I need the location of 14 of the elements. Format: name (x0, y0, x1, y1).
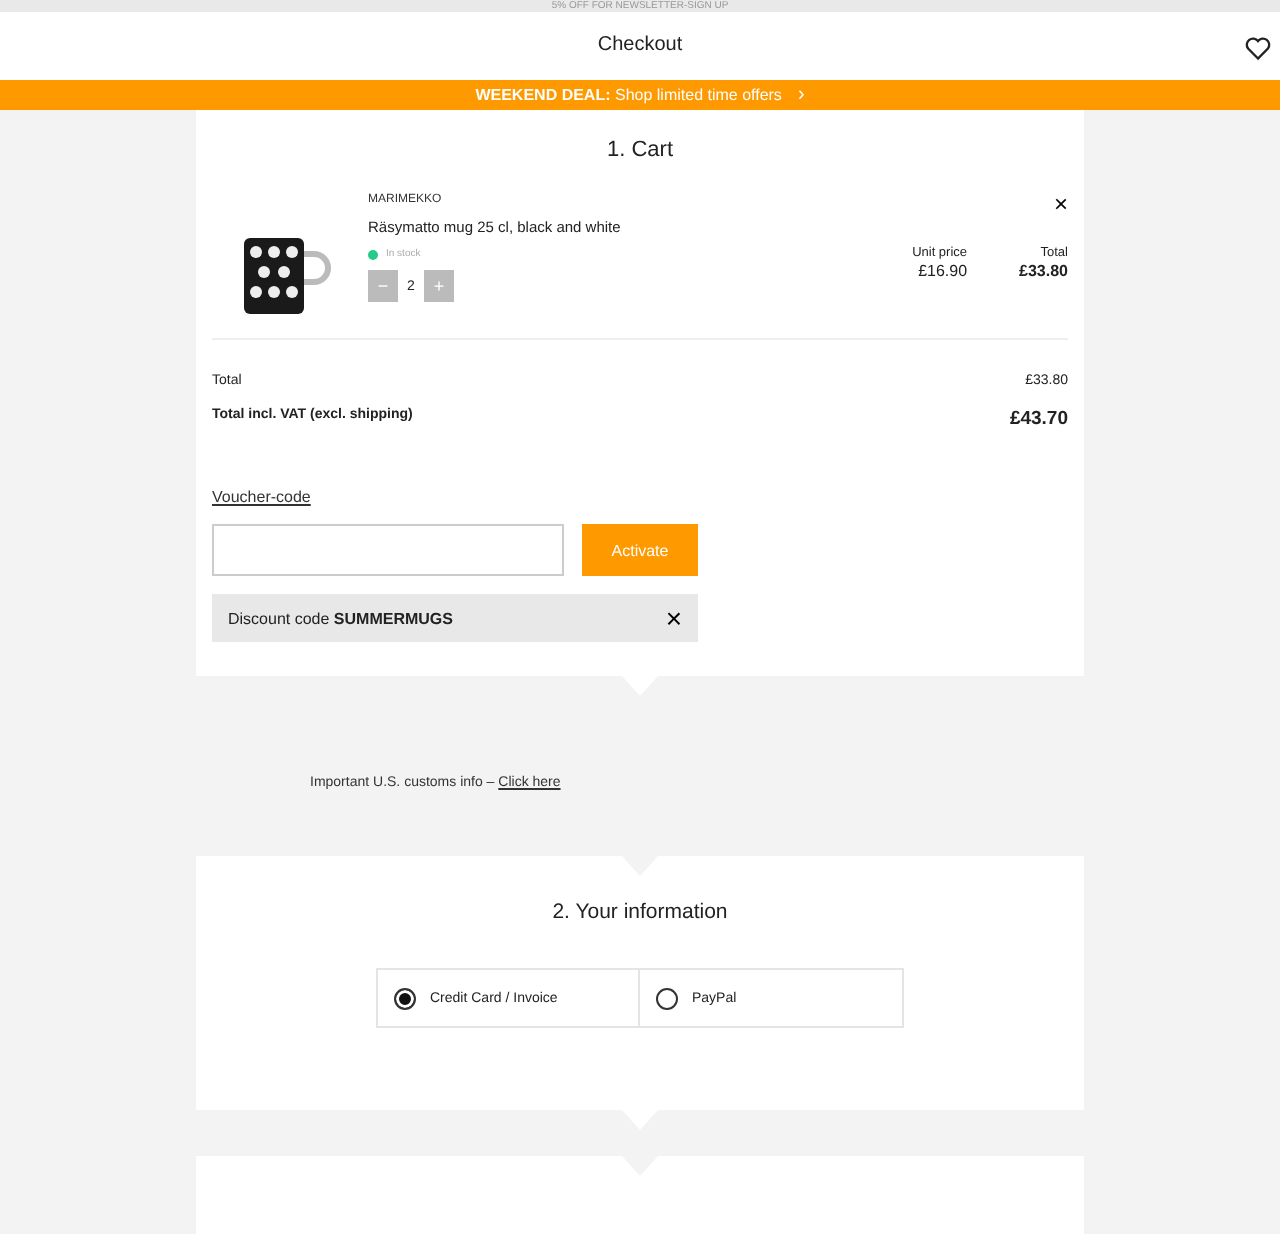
heart-icon[interactable] (1244, 34, 1272, 62)
remove-button[interactable]: × (1053, 194, 1068, 215)
unit-price: £16.90 (918, 262, 968, 281)
discount-text: Discount code SUMMERMUGS (228, 609, 453, 628)
item-total: £33.80 (1019, 262, 1068, 281)
summary-value: £43.70 (1009, 408, 1068, 431)
section-title: 1. Cart (604, 138, 675, 163)
voucher-field[interactable] (212, 524, 564, 577)
section-title: 2. Your information (550, 900, 730, 925)
voucher-link[interactable]: Voucher-code (212, 488, 311, 507)
radio-button[interactable] (394, 987, 416, 1010)
page-title: Checkout (597, 34, 683, 57)
radio-button[interactable] (656, 987, 678, 1010)
stock-dot-icon (368, 249, 378, 260)
